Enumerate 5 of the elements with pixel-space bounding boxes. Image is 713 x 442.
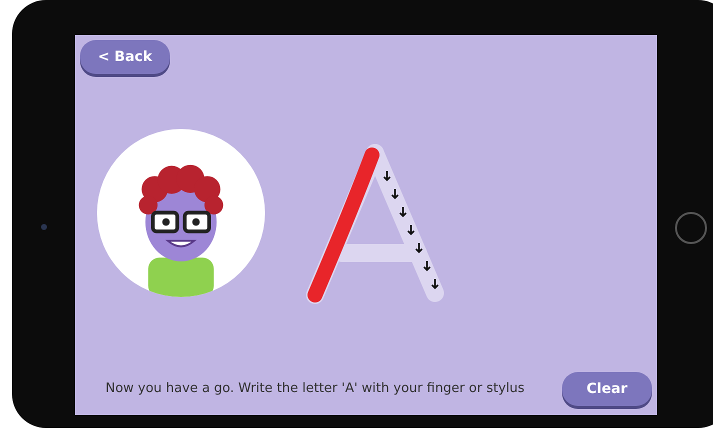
camera-icon (41, 224, 47, 230)
instruction-text: Now you have a go. Write the letter 'A' with your finger or stylus (104, 381, 526, 397)
back-button[interactable]: < Back (80, 40, 170, 74)
clear-button[interactable]: Clear (562, 372, 652, 406)
home-button[interactable] (675, 212, 707, 244)
